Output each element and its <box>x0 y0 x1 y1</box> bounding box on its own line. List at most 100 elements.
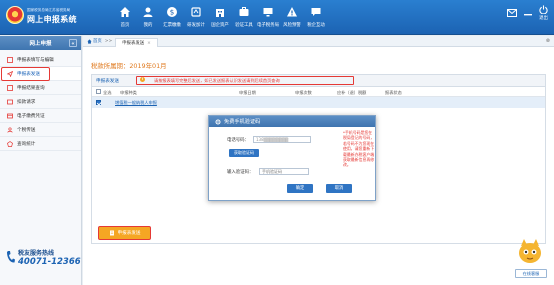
receipt-icon <box>7 113 13 118</box>
app-title: 网上申报系统 <box>27 15 77 24</box>
user-icon <box>143 7 153 17</box>
nav-item-label: 税企互动 <box>307 23 325 28</box>
close-all-tabs-icon[interactable]: ⊗ <box>546 38 550 44</box>
nav-item-label: 研发加计 <box>187 23 205 28</box>
dialog-header: 免费手机验证码 <box>209 116 375 127</box>
phone-note: *手机号码是您在税局登记的号码，若号码不为您现在使用，请您重新下载最新办税客户端… <box>343 130 375 168</box>
code-input[interactable] <box>259 168 309 175</box>
nav-item-label: 国企资产 <box>211 23 229 28</box>
close-tab-icon[interactable]: × <box>147 41 151 46</box>
sidebar-item-label: 查询统计 <box>17 141 36 147</box>
nav-item-research[interactable]: 研发加计 <box>184 2 208 33</box>
sidebar-header: 网上申报 « <box>0 36 81 50</box>
chat-icon <box>311 8 321 16</box>
sidebar-item-label: 电子缴费凭证 <box>17 113 45 119</box>
col-select-all: 全选 <box>103 90 112 95</box>
nav-item-mine[interactable]: 我的 <box>136 2 160 33</box>
exit-button[interactable]: 退出 <box>539 5 548 21</box>
money-icon: $ <box>167 7 177 17</box>
col-amount: 应补（退）税额 <box>337 90 367 95</box>
deduct-icon <box>7 99 13 104</box>
tax-period: 税款所属期：2019年01月 <box>91 62 167 70</box>
sidebar-item-deduction[interactable]: 扣款请求 <box>0 95 81 109</box>
app-logo: 国家税务总局江苏省税务局 网上申报系统 <box>6 6 86 28</box>
app-sub-title: 国家税务总局江苏省税务局 <box>27 8 71 12</box>
exit-label: 退出 <box>539 16 548 21</box>
main-nav: 首页 我的 $ 汇票缴缴 研发加计 国企资产 验证工具 电子税务局 风险预警 税… <box>114 2 328 33</box>
get-code-button[interactable]: 获取验证码 <box>229 149 259 157</box>
online-service-button[interactable]: 在线客服 <box>515 269 547 278</box>
power-icon <box>539 5 548 14</box>
nav-item-state-assets[interactable]: 国企资产 <box>208 2 232 33</box>
svg-text:$: $ <box>170 9 174 17</box>
sidebar-item-label: 申报表填写与编辑 <box>17 57 54 63</box>
tab-send[interactable]: 申报表发送 × <box>115 37 158 47</box>
gear-icon <box>215 119 221 124</box>
nav-item-verify-tools[interactable]: 验证工具 <box>232 2 256 33</box>
select-all-checkbox[interactable] <box>96 89 101 94</box>
phone-field: 138▒▒▒▒▒▒▒▒ <box>253 136 311 143</box>
notice-text: 请按报表填写完整后发送，如已发送报表认识发送请到后续首页查询 <box>154 78 280 83</box>
home-icon <box>87 38 92 44</box>
hotline-title: 税友服务热线 <box>18 250 55 257</box>
col-status: 报表状态 <box>385 90 402 95</box>
home-icon <box>120 7 130 17</box>
search-icon <box>7 84 13 91</box>
nav-item-risk-warning[interactable]: 风险预警 <box>280 2 304 33</box>
code-label: 输入验证码： <box>227 170 254 175</box>
document-icon <box>109 230 114 236</box>
sms-verify-dialog: 免费手机验证码 电话号码： 138▒▒▒▒▒▒▒▒ 获取验证码 输入验证码： *… <box>208 115 376 201</box>
nav-item-label: 验证工具 <box>235 23 253 28</box>
tab-label: 申报表发送 <box>122 40 145 46</box>
top-bar: 国家税务总局江苏省税务局 网上申报系统 首页 我的 $ 汇票缴缴 研发加计 国企… <box>0 0 554 35</box>
nav-item-label: 我的 <box>143 23 153 28</box>
info-icon: ! <box>140 77 145 82</box>
row-checkbox[interactable] <box>96 100 101 105</box>
confirm-button[interactable]: 确定 <box>287 184 313 193</box>
sidebar-item-label: 扣款请求 <box>17 99 36 105</box>
mascot-icon[interactable] <box>515 236 545 266</box>
window-controls: 退出 <box>507 5 548 21</box>
warning-icon <box>287 7 297 17</box>
sidebar-item-fill-edit[interactable]: 申报表填写与编辑 <box>0 53 81 67</box>
minimize-icon[interactable] <box>523 9 533 17</box>
sidebar-item-e-receipt[interactable]: 电子缴费凭证 <box>0 109 81 123</box>
highlight-send-menu <box>1 67 50 81</box>
mail-icon[interactable] <box>507 9 517 17</box>
cancel-button[interactable]: 取消 <box>326 184 352 193</box>
phone-label: 电话号码： <box>227 138 249 143</box>
tool-icon <box>239 7 249 16</box>
person-icon <box>7 126 13 133</box>
panel-header: 申报表发送 ! 请按报表填写完整后发送，如已发送报表认识发送请到后续首页查询 <box>92 75 545 87</box>
sidebar-item-result-query[interactable]: 申报结果查询 <box>0 81 81 95</box>
nav-item-payment[interactable]: $ 汇票缴缴 <box>160 2 184 33</box>
send-button-label: 申报表发送 <box>117 231 141 236</box>
sidebar-item-personal-tax[interactable]: 个税传送 <box>0 123 81 137</box>
nav-item-label: 汇票缴缴 <box>163 23 181 28</box>
nav-item-e-tax-bureau[interactable]: 电子税务局 <box>256 2 280 33</box>
breadcrumb-separator: >> <box>104 38 113 44</box>
breadcrumb: 首页 >> 申报表发送 × ⊗ <box>83 36 554 47</box>
sidebar-title: 网上申报 <box>29 41 52 47</box>
nav-item-label: 风险预警 <box>283 23 301 28</box>
nav-item-label: 首页 <box>120 23 130 28</box>
nav-item-interaction[interactable]: 税企互动 <box>304 2 328 33</box>
table-row[interactable]: 增值税一般纳税人申报 <box>92 97 545 108</box>
table-header: 全选 申报种类 申报日期 申报次数 应补（退）税额 报表状态 <box>92 87 545 97</box>
send-report-button[interactable]: 申报表发送 <box>98 226 151 240</box>
chart-icon <box>7 140 13 147</box>
col-count: 申报次数 <box>295 90 312 95</box>
sidebar-item-statistics[interactable]: 查询统计 <box>0 137 81 151</box>
edit-icon <box>7 56 13 63</box>
hotline-number: 40071-12366 <box>18 257 81 267</box>
row-name-link[interactable]: 增值税一般纳税人申报 <box>115 100 157 106</box>
nav-item-home[interactable]: 首页 <box>114 2 136 33</box>
breadcrumb-home-label: 首页 <box>93 39 102 44</box>
breadcrumb-home[interactable]: 首页 <box>87 38 102 44</box>
panel-title: 申报表发送 <box>96 79 119 84</box>
research-icon <box>191 7 201 17</box>
dialog-title: 免费手机验证码 <box>224 119 261 125</box>
collapse-sidebar-icon[interactable]: « <box>69 39 77 47</box>
building-icon <box>216 9 224 17</box>
sidebar-item-label: 申报结果查询 <box>17 85 45 91</box>
